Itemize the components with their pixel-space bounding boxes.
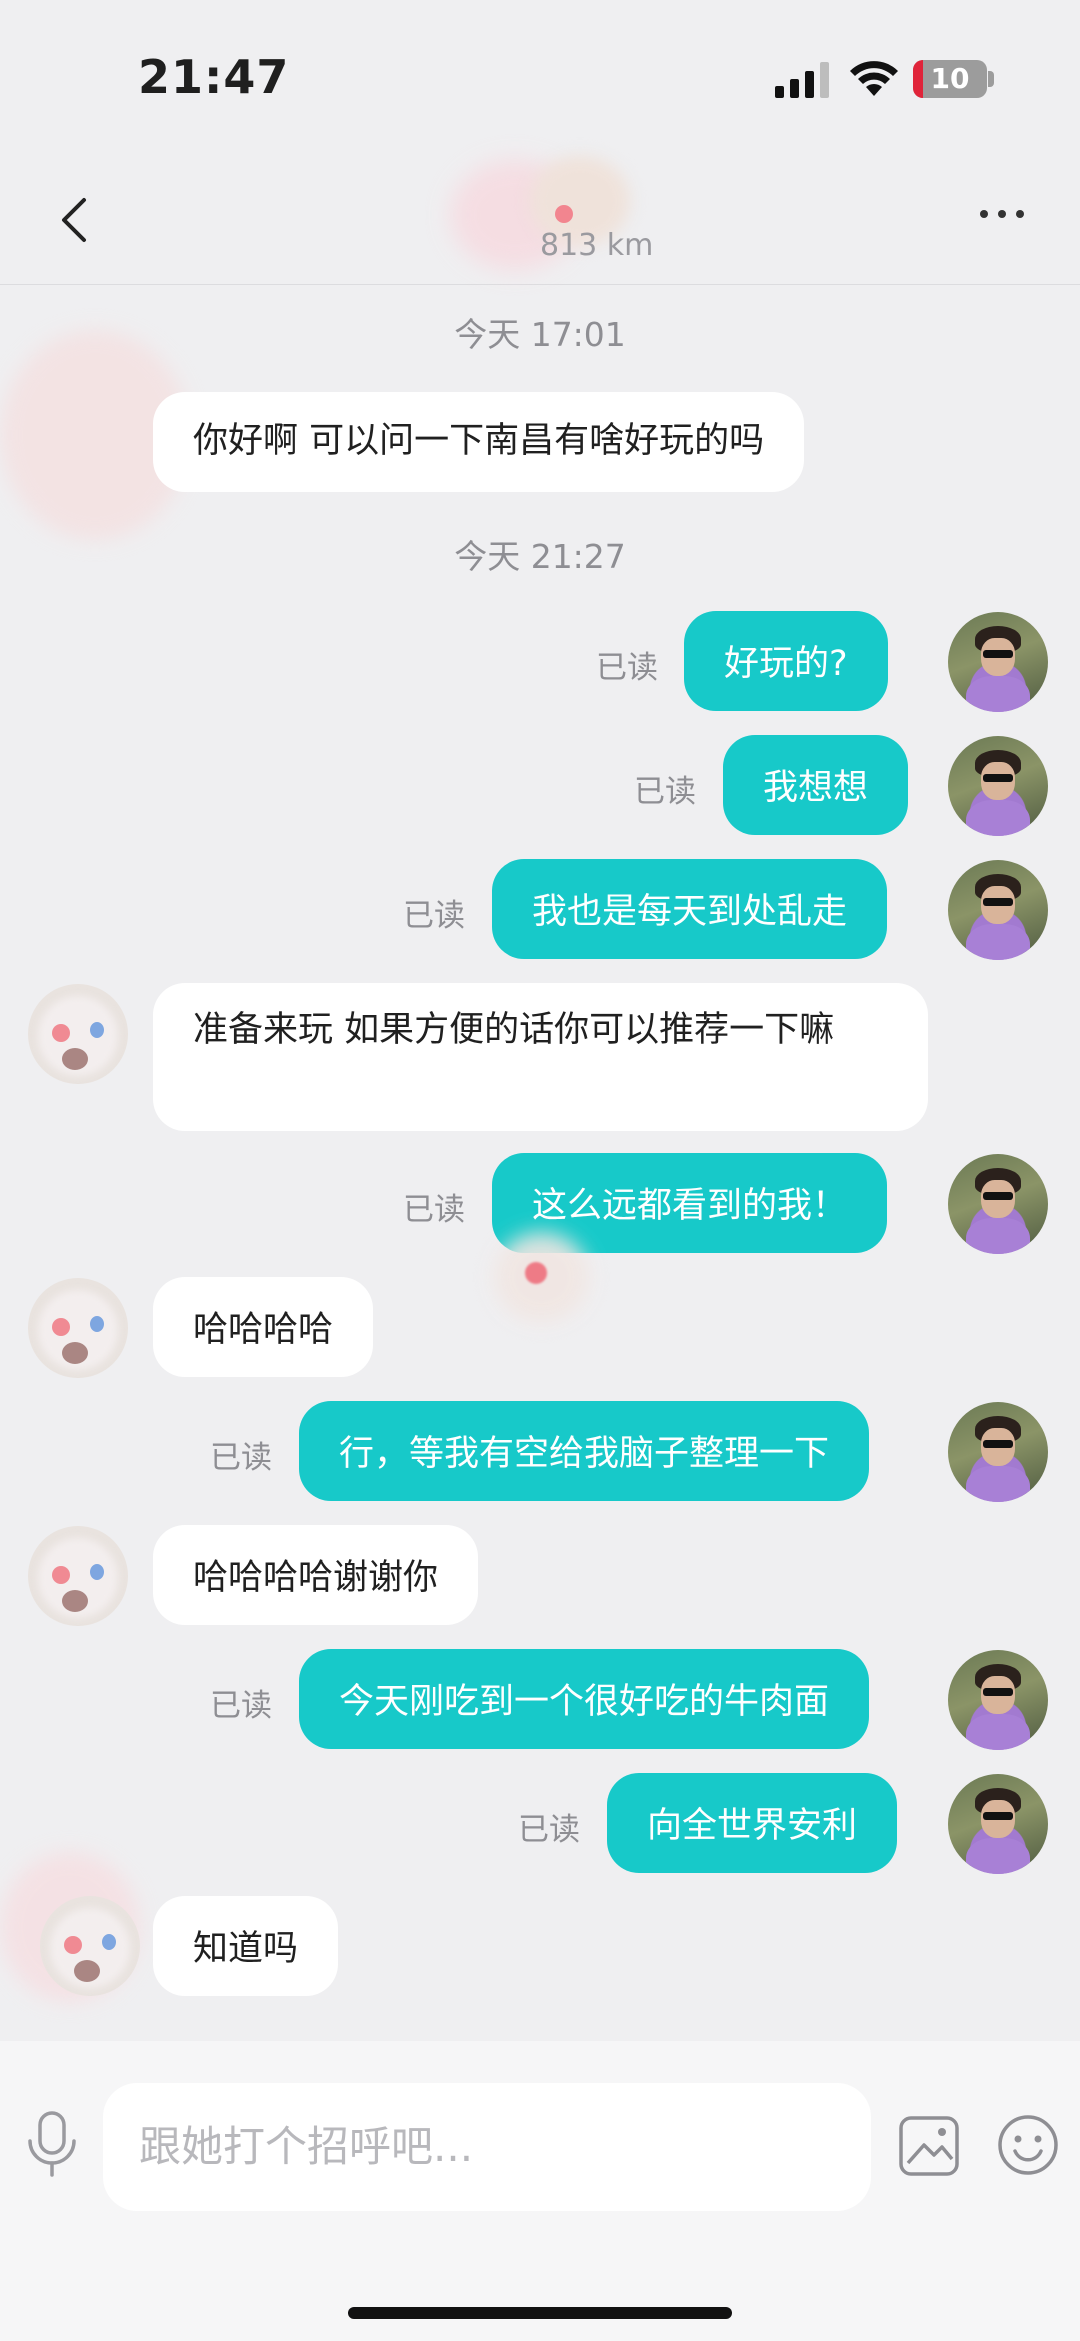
contact-avatar[interactable] [28, 1278, 128, 1378]
wifi-icon [850, 61, 898, 96]
more-dots-icon[interactable] [980, 210, 1032, 230]
read-receipt: 已读 [596, 650, 658, 686]
floating-sticker-dot [525, 1262, 547, 1284]
message-bubble-outgoing[interactable]: 好玩的? [684, 611, 888, 711]
my-avatar[interactable] [948, 1154, 1048, 1254]
message-bubble-outgoing[interactable]: 向全世界安利 [607, 1773, 898, 1873]
read-receipt: 已读 [518, 1812, 580, 1848]
status-bar: 21:47 10 [0, 0, 1080, 150]
home-indicator[interactable] [348, 2307, 732, 2319]
message-bubble-outgoing[interactable]: 我想想 [723, 735, 909, 835]
my-avatar[interactable] [948, 736, 1048, 836]
message-bubble-incoming[interactable]: 你好啊 可以问一下南昌有啥好玩的吗 [153, 392, 805, 492]
message-bubble-incoming[interactable]: 哈哈哈哈 [153, 1277, 374, 1377]
cellular-signal-icon [775, 62, 829, 98]
message-bubble-incoming[interactable]: 知道吗 [153, 1896, 339, 1996]
contact-avatar[interactable] [28, 1526, 128, 1626]
image-icon[interactable] [898, 2115, 960, 2177]
contact-avatar[interactable] [40, 1896, 140, 1996]
my-avatar[interactable] [948, 1774, 1048, 1874]
contact-distance: 813 km [540, 228, 654, 263]
read-receipt: 已读 [403, 1192, 465, 1228]
message-input[interactable]: 跟她打个招呼吧... [103, 2083, 871, 2211]
battery-level: 10 [930, 62, 970, 95]
my-avatar[interactable] [948, 1650, 1048, 1750]
timestamp: 今天 17:01 [454, 315, 626, 354]
message-bubble-outgoing[interactable]: 我也是每天到处乱走 [492, 859, 888, 959]
contact-avatar[interactable] [28, 984, 128, 1084]
my-avatar[interactable] [948, 860, 1048, 960]
timestamp: 今天 21:27 [454, 537, 626, 576]
microphone-icon[interactable] [24, 2109, 80, 2179]
input-bar: 跟她打个招呼吧... [0, 2041, 1080, 2341]
battery-icon: 10 [913, 60, 987, 98]
message-bubble-incoming[interactable]: 准备来玩 如果方便的话你可以推荐一下嘛 [153, 983, 928, 1131]
battery-cap [988, 71, 994, 87]
chat-header: 813 km [0, 150, 1080, 285]
read-receipt: 已读 [210, 1688, 272, 1724]
read-receipt: 已读 [403, 898, 465, 934]
chevron-left-icon[interactable] [48, 192, 104, 248]
my-avatar[interactable] [948, 612, 1048, 712]
message-bubble-incoming[interactable]: 哈哈哈哈谢谢你 [153, 1525, 479, 1625]
status-time: 21:47 [138, 50, 290, 104]
message-bubble-outgoing[interactable]: 今天刚吃到一个很好吃的牛肉面 [299, 1649, 870, 1749]
emoji-icon[interactable] [996, 2113, 1060, 2177]
message-bubble-outgoing[interactable]: 行，等我有空给我脑子整理一下 [299, 1401, 870, 1501]
read-receipt: 已读 [634, 774, 696, 810]
read-receipt: 已读 [210, 1440, 272, 1476]
my-avatar[interactable] [948, 1402, 1048, 1502]
